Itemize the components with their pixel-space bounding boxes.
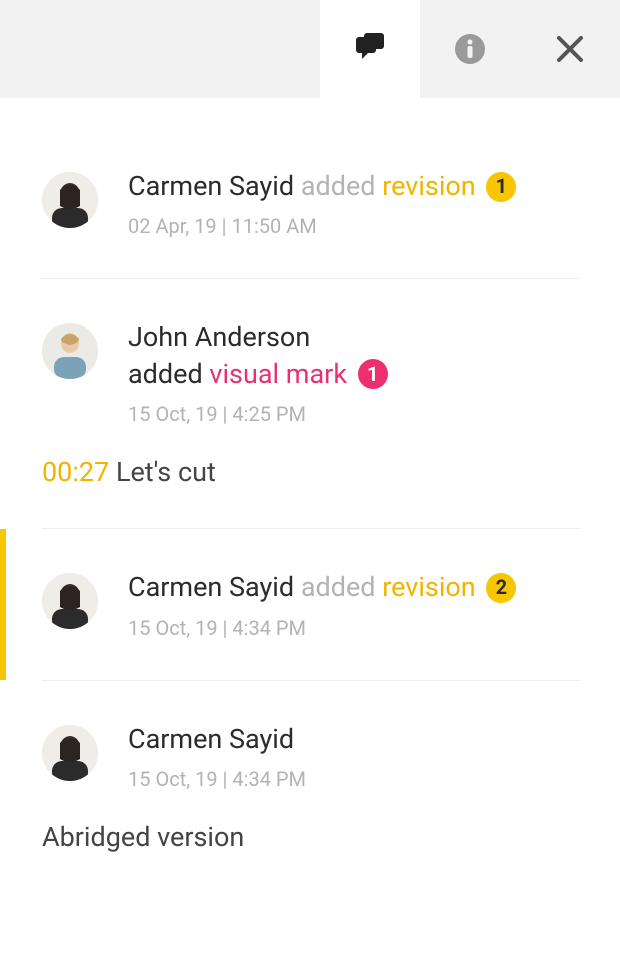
action-text: added xyxy=(301,571,376,603)
note: 00:27 Let's cut xyxy=(0,456,620,488)
entry-headline: Carmen Sayid added revision 2 xyxy=(128,569,580,605)
header xyxy=(0,0,620,98)
entry-body: Carmen Sayid added revision 1 02 Apr, 19… xyxy=(128,168,580,238)
avatar xyxy=(42,573,98,629)
revision-badge: 1 xyxy=(486,172,516,202)
activity-entry[interactable]: Carmen Sayid added revision 1 02 Apr, 19… xyxy=(0,168,620,238)
tab-info[interactable] xyxy=(420,0,520,98)
action-text: added xyxy=(301,170,376,202)
activity-entry[interactable]: John Anderson added visual mark 1 15 Oct… xyxy=(0,319,620,488)
avatar xyxy=(42,323,98,379)
entry-headline: Carmen Sayid xyxy=(128,721,580,757)
kind-text: revision xyxy=(382,571,476,603)
close-button[interactable] xyxy=(520,0,620,98)
action-text: added xyxy=(128,358,203,390)
user-name: John Anderson xyxy=(128,321,310,353)
selection-marker xyxy=(0,529,6,679)
user-name: Carmen Sayid xyxy=(128,723,294,755)
timestamp: 15 Oct, 19 | 4:25 PM xyxy=(128,402,580,426)
chat-icon xyxy=(352,31,388,67)
info-icon xyxy=(453,32,487,66)
kind-text: revision xyxy=(382,170,476,202)
activity-entry-selected[interactable]: Carmen Sayid added revision 2 15 Oct, 19… xyxy=(0,529,620,679)
kind-text: visual mark xyxy=(209,358,347,390)
activity-feed: Carmen Sayid added revision 1 02 Apr, 19… xyxy=(0,98,620,853)
entry-body: Carmen Sayid 15 Oct, 19 | 4:34 PM xyxy=(128,721,580,791)
entry-headline: John Anderson added visual mark 1 xyxy=(128,319,580,392)
activity-entry[interactable]: Carmen Sayid 15 Oct, 19 | 4:34 PM Abridg… xyxy=(0,721,620,853)
mark-badge: 1 xyxy=(358,359,388,389)
entry-body: John Anderson added visual mark 1 15 Oct… xyxy=(128,319,580,426)
entry-headline: Carmen Sayid added revision 1 xyxy=(128,168,580,204)
timestamp: 02 Apr, 19 | 11:50 AM xyxy=(128,214,580,238)
header-spacer xyxy=(0,0,320,98)
revision-badge: 2 xyxy=(486,573,516,603)
entry-body: Carmen Sayid added revision 2 15 Oct, 19… xyxy=(128,569,580,639)
user-name: Carmen Sayid xyxy=(128,170,294,202)
avatar xyxy=(42,725,98,781)
timecode[interactable]: 00:27 xyxy=(42,456,109,488)
timestamp: 15 Oct, 19 | 4:34 PM xyxy=(128,616,580,640)
close-icon xyxy=(554,33,586,65)
divider xyxy=(42,680,580,681)
divider xyxy=(42,278,580,279)
tab-chat[interactable] xyxy=(320,0,420,98)
avatar xyxy=(42,172,98,228)
comment-text: Abridged version xyxy=(0,821,620,853)
timestamp: 15 Oct, 19 | 4:34 PM xyxy=(128,767,580,791)
note-text: Let's cut xyxy=(116,456,216,488)
user-name: Carmen Sayid xyxy=(128,571,294,603)
